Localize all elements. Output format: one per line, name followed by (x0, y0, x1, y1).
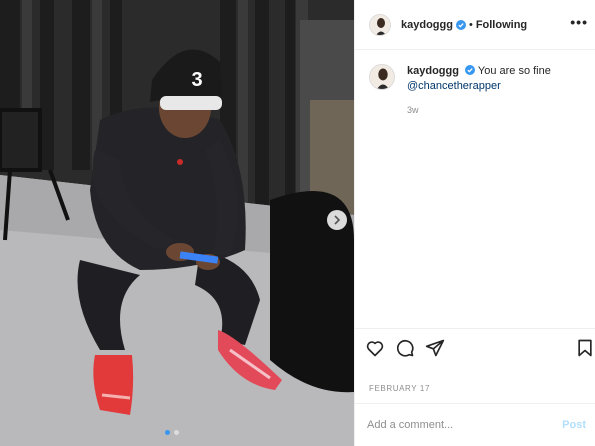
caption: kaydoggg You are so fine @chancetherappe… (369, 64, 589, 118)
caption-timestamp[interactable]: 3w (407, 103, 551, 118)
verified-badge-icon (455, 19, 466, 30)
post-comment-button[interactable]: Post (562, 419, 586, 431)
cap-number: 3 (191, 69, 202, 91)
post-header: kaydoggg • Following ••• (355, 0, 595, 50)
post-date: FEBRUARY 17 (369, 384, 430, 393)
more-options-icon[interactable]: ••• (570, 14, 588, 30)
comment-input[interactable] (367, 419, 563, 431)
heart-icon[interactable] (365, 338, 385, 358)
avatar[interactable] (369, 64, 395, 90)
carousel-dot (165, 430, 170, 435)
header-separator: • (468, 18, 473, 31)
following-button[interactable]: Following (476, 19, 527, 31)
caption-username[interactable]: kaydoggg (407, 65, 459, 77)
caption-text: You are so fine (477, 65, 551, 77)
avatar[interactable] (369, 13, 391, 36)
carousel-indicator (165, 430, 179, 435)
post-photo[interactable]: 3 (0, 0, 354, 446)
next-photo-button[interactable] (327, 210, 347, 230)
caption-mention-link[interactable]: @chancetherapper (407, 80, 501, 92)
avatar-image (370, 14, 390, 35)
verified-badge-icon (465, 65, 476, 75)
avatar-image (370, 65, 394, 89)
post-username[interactable]: kaydoggg (401, 19, 453, 31)
post-side-panel: kaydoggg • Following ••• kaydoggg You ar… (354, 0, 595, 446)
chevron-right-icon (334, 215, 341, 225)
photo-image: 3 (0, 0, 354, 446)
comment-bubble-icon[interactable] (395, 338, 415, 358)
paper-plane-icon[interactable] (425, 338, 445, 358)
caption-body: kaydoggg You are so fine @chancetherappe… (407, 64, 551, 118)
bookmark-icon[interactable] (575, 338, 595, 358)
action-bar (355, 328, 595, 368)
add-comment-bar: Post (355, 403, 595, 446)
carousel-dot (174, 430, 179, 435)
